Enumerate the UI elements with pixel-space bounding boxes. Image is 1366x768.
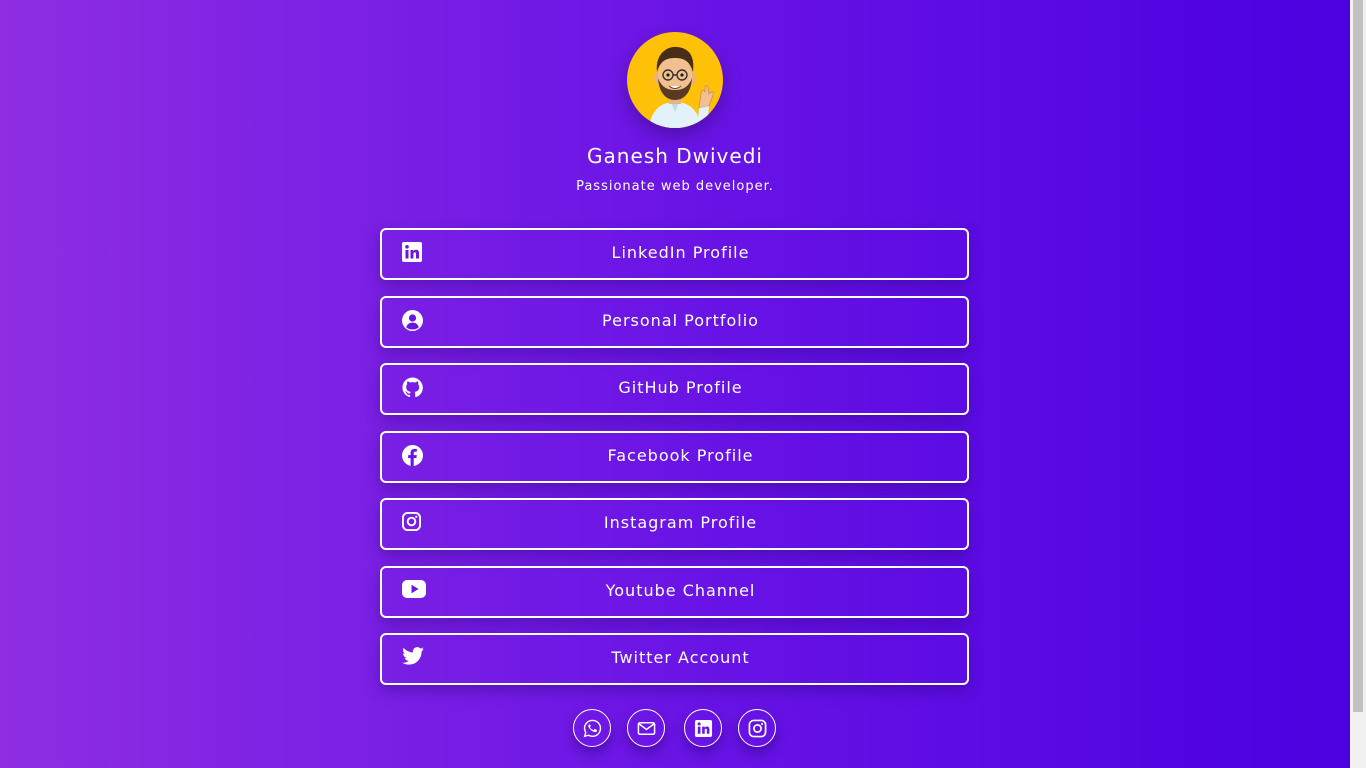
link-list: LinkedIn Profile Personal Portfolio GitH…	[380, 228, 969, 701]
page: Ganesh Dwivedi Passionate web developer.…	[0, 0, 1350, 768]
facebook-profile-link[interactable]: Facebook Profile	[380, 430, 969, 483]
linkedin-icon	[694, 719, 713, 738]
mail-icon	[637, 722, 656, 735]
instagram-icon	[748, 719, 767, 738]
link-label: LinkedIn Profile	[611, 243, 750, 262]
youtube-channel-link[interactable]: Youtube Channel	[380, 565, 969, 618]
linkedin-profile-link[interactable]: LinkedIn Profile	[380, 228, 969, 280]
vertical-scrollbar[interactable]	[1350, 0, 1366, 768]
linkedin-social-button[interactable]	[684, 709, 722, 747]
link-label: Facebook Profile	[607, 445, 754, 465]
profile-name: Ganesh Dwivedi	[587, 144, 763, 168]
link-label: GitHub Profile	[618, 378, 743, 397]
link-label: Twitter Account	[611, 648, 750, 667]
instagram-profile-link[interactable]: Instagram Profile	[380, 498, 969, 550]
whatsapp-icon	[583, 719, 602, 738]
whatsapp-button[interactable]	[573, 709, 611, 747]
avatar	[627, 32, 723, 128]
link-label: Youtube Channel	[605, 580, 756, 600]
profile-bio: Passionate web developer.	[576, 179, 774, 194]
avatar-illustration	[649, 46, 714, 128]
link-label: Personal Portfolio	[602, 310, 759, 330]
scrollbar-thumb[interactable]	[1353, 0, 1363, 712]
github-profile-link[interactable]: GitHub Profile	[380, 363, 969, 415]
link-label: Instagram Profile	[603, 513, 758, 532]
twitter-account-link[interactable]: Twitter Account	[380, 633, 969, 685]
personal-portfolio-link[interactable]: Personal Portfolio	[380, 295, 969, 348]
instagram-social-button[interactable]	[738, 709, 776, 747]
email-button[interactable]	[627, 709, 665, 747]
